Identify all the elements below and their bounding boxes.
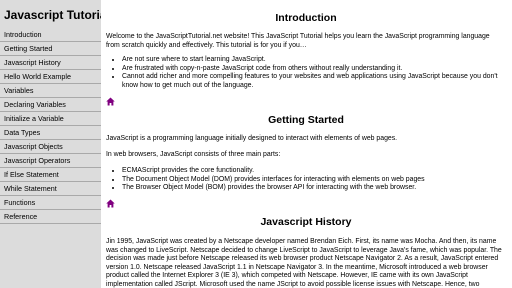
getting-started-paragraph: JavaScript is a programming language ini… — [106, 135, 398, 142]
sidebar-item-while-statement[interactable]: While Statement — [0, 182, 101, 196]
getting-started-list: ECMAScript provides the core functionali… — [106, 167, 502, 193]
home-icon[interactable] — [106, 97, 115, 106]
sidebar-item-initialize-a-variable[interactable]: Initialize a Variable — [0, 112, 101, 126]
sidebar: Javascript Tutorial Introduction Getting… — [0, 0, 101, 288]
home-icon[interactable] — [106, 199, 115, 208]
history-paragraph: Jin 1995, JavaScript was created by a Ne… — [106, 238, 502, 288]
list-item: The Document Object Model (DOM) provides… — [122, 176, 502, 185]
list-item: ECMAScript provides the core functionali… — [122, 167, 502, 176]
sidebar-item-reference[interactable]: Reference — [0, 210, 101, 224]
main-content: Introduction Welcome to the JavaScriptTu… — [106, 0, 506, 288]
sidebar-item-javascript-operators[interactable]: Javascript Operators — [0, 154, 101, 168]
introduction-paragraph: Welcome to the JavaScriptTutorial.net we… — [106, 33, 490, 49]
sidebar-item-if-else-statement[interactable]: If Else Statement — [0, 168, 101, 182]
introduction-heading: Introduction — [275, 12, 337, 24]
sidebar-item-javascript-history[interactable]: Javascript History — [0, 56, 101, 70]
sidebar-item-declaring-variables[interactable]: Declaring Variables — [0, 98, 101, 112]
sidebar-item-variables[interactable]: Variables — [0, 84, 101, 98]
getting-started-paragraph-2: In web browsers, JavaScript consists of … — [106, 151, 281, 158]
list-item: Are not sure where to start learning Jav… — [122, 56, 502, 65]
sidebar-item-getting-started[interactable]: Getting Started — [0, 42, 101, 56]
getting-started-heading: Getting Started — [268, 114, 344, 126]
sidebar-item-functions[interactable]: Functions — [0, 196, 101, 210]
list-item: Cannot add richer and more compelling fe… — [122, 73, 502, 90]
introduction-list: Are not sure where to start learning Jav… — [106, 56, 502, 90]
list-item: Are frustrated with copy-n-paste JavaScr… — [122, 65, 502, 74]
sidebar-item-javascript-objects[interactable]: Javascript Objects — [0, 140, 101, 154]
history-heading: Javascript History — [260, 216, 352, 228]
sidebar-title: Javascript Tutorial — [4, 8, 101, 22]
page: Javascript Tutorial Introduction Getting… — [0, 0, 512, 288]
sidebar-item-hello-world-example[interactable]: Hello World Example — [0, 70, 101, 84]
sidebar-item-data-types[interactable]: Data Types — [0, 126, 101, 140]
sidebar-item-introduction[interactable]: Introduction — [0, 28, 101, 42]
list-item: The Browser Object Model (BOM) provides … — [122, 184, 502, 193]
sidebar-nav: Introduction Getting Started Javascript … — [0, 28, 101, 224]
